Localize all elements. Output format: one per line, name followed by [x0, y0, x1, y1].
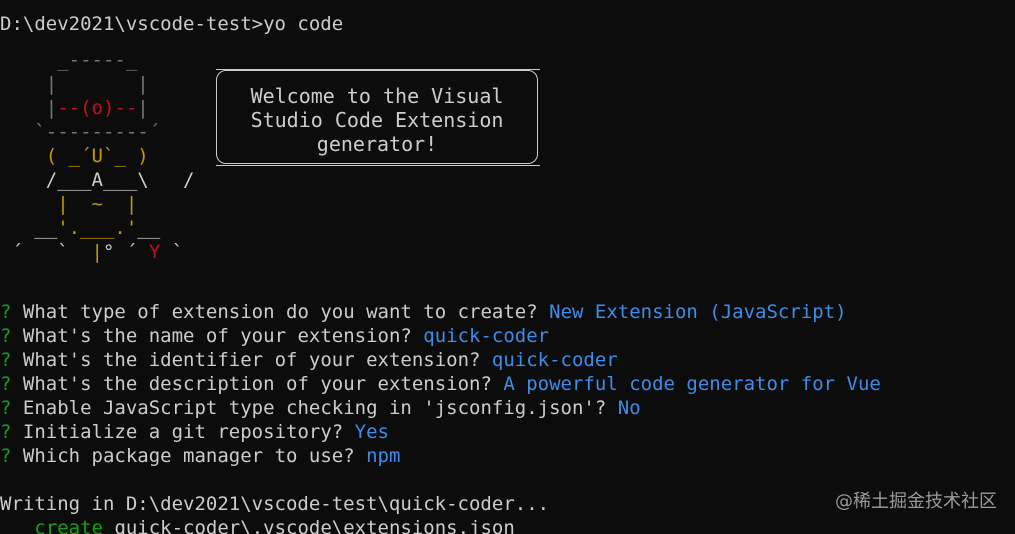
prompt-answer: quick-coder: [423, 325, 550, 347]
prompt-line: ? What type of extension do you want to …: [0, 300, 847, 324]
prompt-question: Enable JavaScript type checking in 'jsco…: [22, 397, 607, 419]
prompt-line: ? Initialize a git repository? Yes: [0, 420, 389, 444]
prompt-line: ? What's the description of your extensi…: [0, 372, 881, 396]
prompt-question: Which package manager to use?: [22, 445, 355, 467]
create-action-label: create: [34, 517, 103, 534]
question-mark-icon: ?: [0, 325, 12, 347]
prompt-question: What's the identifier of your extension?: [22, 349, 481, 371]
welcome-line-3: generator!: [316, 132, 438, 156]
prompt-line: ? Enable JavaScript type checking in 'js…: [0, 396, 641, 420]
welcome-message-box: Welcome to the Visual Studio Code Extens…: [216, 70, 538, 164]
terminal-window[interactable]: D:\dev2021\vscode-test>yo code _-----_ |…: [0, 0, 1015, 534]
question-mark-icon: ?: [0, 445, 12, 467]
create-file-line: create quick-coder\.vscode\extensions.js…: [0, 516, 515, 534]
writing-status-line: Writing in D:\dev2021\vscode-test\quick-…: [0, 493, 550, 515]
prompt-question: Initialize a git repository?: [22, 421, 344, 443]
question-mark-icon: ?: [0, 373, 12, 395]
prompt-answer: quick-coder: [491, 349, 618, 371]
prompt-line: ? Which package manager to use? npm: [0, 444, 400, 468]
prompt-question: What's the name of your extension?: [22, 325, 412, 347]
welcome-box-bottom-rule: [216, 165, 540, 167]
prompt-answer: A powerful code generator for Vue: [503, 373, 881, 395]
prompt-answer: New Extension (JavaScript): [549, 301, 847, 323]
prompt-line: ? What's the name of your extension? qui…: [0, 324, 549, 348]
question-mark-icon: ?: [0, 421, 12, 443]
prompt-answer: Yes: [354, 421, 389, 443]
question-mark-icon: ?: [0, 301, 12, 323]
yeoman-ascii-art: _-----_ | | |--(o)--| `---------´ ( _´U`…: [11, 49, 195, 263]
prompt-question: What's the description of your extension…: [22, 373, 492, 395]
question-mark-icon: ?: [0, 349, 12, 371]
prompt-answer: No: [617, 397, 641, 419]
site-watermark: @稀土掘金技术社区: [835, 491, 997, 512]
question-mark-icon: ?: [0, 397, 12, 419]
prompt-question: What type of extension do you want to cr…: [22, 301, 538, 323]
welcome-line-2: Studio Code Extension: [250, 108, 504, 132]
prompt-answer: npm: [366, 445, 401, 467]
command-line: D:\dev2021\vscode-test>yo code: [0, 13, 344, 35]
welcome-line-1: Welcome to the Visual: [250, 84, 504, 108]
created-file-path: quick-coder\.vscode\extensions.json: [114, 517, 515, 534]
prompt-line: ? What's the identifier of your extensio…: [0, 348, 618, 372]
